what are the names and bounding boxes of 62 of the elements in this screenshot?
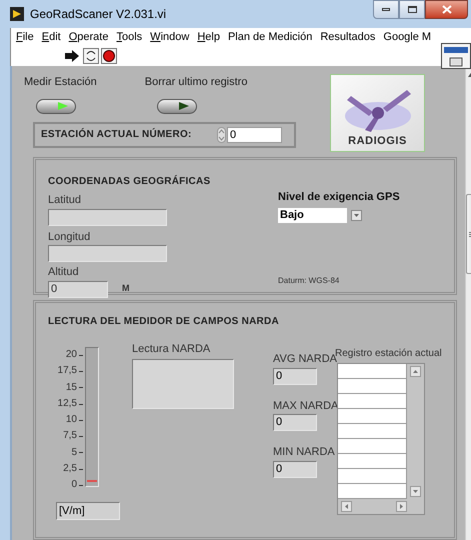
app-icon — [10, 7, 24, 21]
latitude-field[interactable] — [48, 208, 167, 226]
run-continuously-icon[interactable] — [83, 48, 99, 64]
datum-text: Daturm: WGS-84 — [278, 274, 340, 286]
stat-field[interactable]: 0 — [273, 460, 317, 478]
menu-item[interactable]: Plan de Medición — [228, 28, 312, 46]
field-label: MAX NARDA — [273, 398, 337, 414]
toggle-button[interactable] — [156, 98, 197, 114]
unit-field[interactable]: [V/m] — [56, 502, 120, 520]
station-label: ESTACIÓN ACTUAL NÚMERO: — [41, 127, 193, 142]
field-label: AVG NARDA — [273, 353, 337, 367]
field-label: Lectura NARDA — [132, 342, 212, 357]
tick-label: 17,5 — [58, 364, 77, 378]
maximize-button[interactable] — [399, 0, 425, 19]
longitude-field[interactable] — [48, 245, 167, 262]
tick-label: 7,5 — [63, 429, 77, 444]
toggle-button[interactable] — [36, 98, 76, 114]
scroll-up-icon[interactable] — [410, 366, 421, 377]
close-icon — [442, 5, 452, 14]
menu-item[interactable]: Tools — [116, 28, 142, 46]
logo-text: RADIOGIS — [348, 136, 407, 147]
tick-label: 0 — [71, 478, 77, 492]
field-label: Longitud — [48, 230, 92, 244]
section-title: COORDENADAS GEOGRÁFICAS — [48, 174, 212, 189]
gps-label: Nivel de exigencia GPS — [278, 190, 400, 205]
field-label: Latitud — [48, 193, 82, 208]
log-list[interactable] — [337, 363, 425, 515]
section-title: LECTURA DEL MEDIDOR DE CAMPOS NARDA — [48, 315, 280, 329]
station-field[interactable]: 0 — [227, 126, 282, 142]
tick-label: 12,5 — [58, 396, 77, 411]
scroll-right-icon[interactable] — [396, 501, 407, 512]
scroll-left-icon[interactable] — [341, 501, 352, 512]
dropdown-icon[interactable] — [351, 210, 362, 220]
button-label: Borrar ultimo registro — [144, 75, 248, 90]
menu-item[interactable]: Resultados — [320, 28, 376, 46]
stat-field[interactable]: 0 — [273, 368, 317, 384]
field-label: MIN NARDA — [273, 445, 336, 460]
tick-label: 2,5 — [63, 462, 77, 476]
close-button[interactable] — [425, 0, 468, 19]
button-label: Medir Estación — [24, 75, 97, 90]
unit-label: M — [122, 282, 130, 296]
field-label: Registro estación actual — [335, 347, 442, 359]
menu-item[interactable]: Edit — [42, 28, 61, 46]
tick-label: 5 — [71, 446, 77, 460]
field-label: Altitud — [48, 265, 80, 280]
menu-item[interactable]: Operate — [68, 28, 108, 46]
menu-item[interactable]: Help — [197, 28, 220, 46]
menu-item[interactable]: File — [16, 28, 34, 46]
scroll-down-icon[interactable] — [410, 486, 421, 497]
stat-field[interactable]: 0 — [273, 414, 317, 431]
tick-label: 20 — [66, 348, 77, 362]
spinner-icon[interactable] — [217, 126, 226, 142]
window-title: GeoRadScaner V2.031.vi — [30, 6, 166, 23]
gps-select[interactable]: Bajo — [278, 208, 347, 222]
tick-label: 15 — [66, 380, 77, 395]
minimize-button[interactable] — [373, 0, 399, 19]
menu-item[interactable]: Window — [150, 28, 190, 46]
tick-label: 10 — [66, 413, 77, 428]
altitude-field[interactable]: 0 — [48, 280, 108, 298]
run-arrow-icon[interactable] — [65, 49, 81, 63]
menu-item[interactable]: Google M — [383, 28, 432, 46]
abort-icon[interactable] — [101, 48, 117, 64]
